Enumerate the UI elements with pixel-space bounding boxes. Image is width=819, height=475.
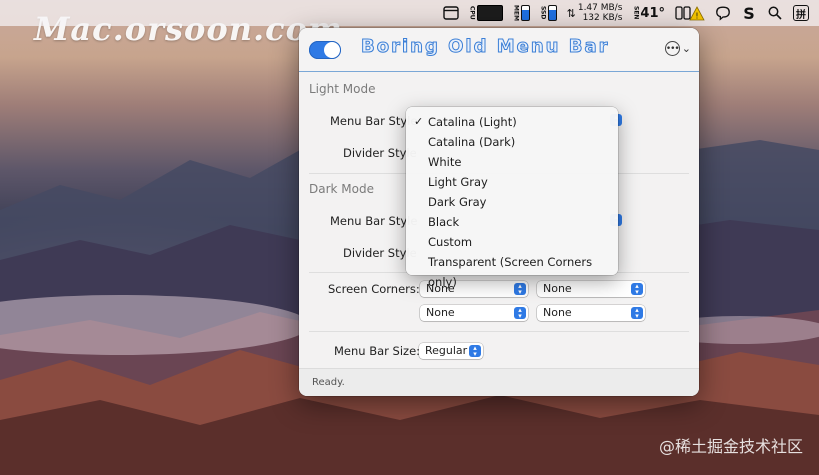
cpu-graph [476,5,503,21]
ssd-monitor[interactable]: SSD [540,0,557,26]
menu-item-label: White [428,155,462,169]
watermark-bottom: @稀土掘金技术社区 [658,437,803,456]
menu-item-catalina-dark[interactable]: Catalina (Dark) [406,132,618,152]
menu-item-black[interactable]: Black [406,212,618,232]
cpu-label-text: CPU [468,6,476,20]
screen-corner-bottom-left-value: None [426,306,455,319]
screen-corner-bottom-right-value: None [543,306,572,319]
menu-item-label: Catalina (Dark) [428,135,516,149]
spotlight-search-icon[interactable] [767,5,783,21]
menu-bar-size-label: Menu Bar Size: [334,344,421,358]
dark-mode-title: Dark Mode [309,182,374,196]
section-divider [309,331,689,332]
popup-chevron-icon: ▴ ▾ [514,283,526,296]
svg-text:!: ! [695,12,698,21]
menu-bar-size-select[interactable]: Regular ▴ ▾ [419,343,483,359]
status-bar: Ready. [299,368,699,396]
cpu-label: CPU [468,6,476,20]
ssd-label: SSD [539,6,547,20]
popup-chevron-icon: ▴ ▾ [469,345,481,358]
menu-item-label: Catalina (Light) [428,115,517,129]
net-up-value: 1.47 MB/s [577,3,623,13]
more-options-button[interactable]: ••• ⌄ [664,41,691,56]
light-menu-bar-style-label: Menu Bar Style [330,114,418,128]
screen-corner-top-right-select[interactable]: None ▴ ▾ [537,281,645,297]
screen-corners-label: Screen Corners: [328,282,420,296]
enable-toggle[interactable] [309,40,341,59]
app-title: Boring Old Menu Bar [360,36,610,58]
chevron-down-icon: ⌄ [681,42,691,55]
menu-item-custom[interactable]: Custom [406,232,618,252]
menu-bar-size-value: Regular [425,344,468,357]
menu-item-catalina-light[interactable]: ✓ Catalina (Light) [406,112,618,132]
battery-warning-icon[interactable]: ! [675,0,705,26]
menu-bar: CPU MEM SSD ⇅ 1.47 MB/s 132 KB/s SEN 41°… [0,0,819,26]
chat-bubble-icon[interactable] [715,5,731,21]
net-down-value: 132 KB/s [582,13,623,23]
mem-label: MEM [512,4,520,22]
input-method-icon[interactable]: 拼 [793,0,809,26]
menu-item-label: Black [428,215,460,229]
sensor-monitor[interactable]: SEN 41° [632,0,665,26]
menu-item-label: Dark Gray [428,195,487,209]
menu-item-light-gray[interactable]: Light Gray [406,172,618,192]
menu-item-label: Light Gray [428,175,488,189]
mem-gauge [520,5,530,21]
menu-bar-style-dropdown: ✓ Catalina (Light) Catalina (Dark) White … [406,107,618,289]
mem-monitor[interactable]: MEM [513,0,530,26]
ssd-gauge [547,5,557,21]
window-icon[interactable] [442,0,459,26]
menu-item-white[interactable]: White [406,152,618,172]
popup-chevron-icon: ▴ ▾ [514,307,526,320]
screen-corner-bottom-left-select[interactable]: None ▴ ▾ [420,305,528,321]
ime-char: 拼 [793,5,809,21]
light-mode-title: Light Mode [309,82,376,96]
panel-header: Boring Old Menu Bar ••• ⌄ [299,28,699,72]
network-arrows-icon: ⇅ [566,6,576,20]
network-monitor[interactable]: ⇅ 1.47 MB/s 132 KB/s [567,0,623,26]
popup-chevron-icon: ▴ ▾ [631,307,643,320]
ellipsis-icon: ••• [664,41,680,56]
menu-item-label: Custom [428,235,473,249]
checkmark-icon: ✓ [414,115,424,128]
s-app-icon[interactable]: S [741,4,757,23]
cpu-monitor[interactable]: CPU [469,0,503,26]
temperature-value: 41° [640,5,665,21]
status-text: Ready. [312,377,345,388]
sen-label: SEN [632,6,640,20]
popup-chevron-icon: ▴ ▾ [631,283,643,296]
menu-item-transparent[interactable]: Transparent (Screen Corners only) [406,252,618,289]
menu-item-dark-gray[interactable]: Dark Gray [406,192,618,212]
dark-menu-bar-style-label: Menu Bar Style [330,214,418,228]
screen-corner-top-right-value: None [543,282,572,295]
screen-corner-bottom-right-select[interactable]: None ▴ ▾ [537,305,645,321]
